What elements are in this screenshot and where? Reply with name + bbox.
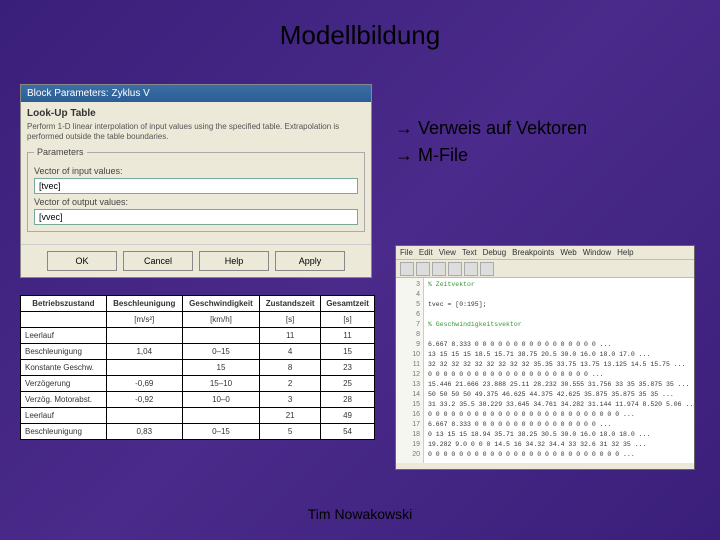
bullet-2: → M-File <box>395 145 587 166</box>
bullet-list: → Verweis auf Vektoren → M-File <box>395 118 587 172</box>
table-units-row: [m/s²] [km/h] [s] [s] <box>21 312 375 328</box>
menu-item[interactable]: Window <box>583 248 611 257</box>
apply-button[interactable]: Apply <box>275 251 345 271</box>
menu-item[interactable]: Edit <box>419 248 433 257</box>
menu-item[interactable]: Breakpoints <box>512 248 554 257</box>
cancel-button[interactable]: Cancel <box>123 251 193 271</box>
toolbar-icon[interactable] <box>464 262 478 276</box>
help-button[interactable]: Help <box>199 251 269 271</box>
menu-item[interactable]: Debug <box>483 248 507 257</box>
menu-item[interactable]: View <box>439 248 456 257</box>
table-row: Verzögerung-0,6915–10225 <box>21 376 375 392</box>
code-area[interactable]: % Zeitvektor tvec = [0:195]; % Geschwind… <box>424 278 694 463</box>
input-values-field[interactable] <box>34 178 358 194</box>
line-gutter: 34567891011121314151617181920 <box>396 278 424 463</box>
toolbar-icon[interactable] <box>432 262 446 276</box>
toolbar-icon[interactable] <box>480 262 494 276</box>
table-row: Leerlauf1111 <box>21 328 375 344</box>
table-row: Leerlauf2149 <box>21 408 375 424</box>
editor-toolbar[interactable] <box>396 260 694 278</box>
data-table: Betriebszustand Beschleunigung Geschwind… <box>20 295 375 440</box>
output-values-label: Vector of output values: <box>34 197 358 207</box>
menu-item[interactable]: Text <box>462 248 477 257</box>
dialog-titlebar: Block Parameters: Zyklus V <box>21 85 371 102</box>
fieldset-legend: Parameters <box>34 147 87 157</box>
table-row: Verzög. Motorabst.-0,9210–0328 <box>21 392 375 408</box>
input-values-label: Vector of input values: <box>34 166 358 176</box>
menu-item[interactable]: File <box>400 248 413 257</box>
toolbar-icon[interactable] <box>448 262 462 276</box>
table-row: Beschleunigung1,040–15415 <box>21 344 375 360</box>
table-header-row: Betriebszustand Beschleunigung Geschwind… <box>21 296 375 312</box>
menu-item[interactable]: Web <box>560 248 576 257</box>
slide-title: Modellbildung <box>280 20 440 51</box>
toolbar-icon[interactable] <box>400 262 414 276</box>
ok-button[interactable]: OK <box>47 251 117 271</box>
editor-window: File Edit View Text Debug Breakpoints Web Windo… <box>395 245 695 470</box>
menu-item[interactable]: Help <box>617 248 633 257</box>
output-values-field[interactable] <box>34 209 358 225</box>
dialog-section-heading: Look-Up Table <box>27 108 365 119</box>
table-row: Beschleunigung0,830–15554 <box>21 424 375 440</box>
toolbar-icon[interactable] <box>416 262 430 276</box>
parameters-fieldset: Parameters Vector of input values: Vecto… <box>27 147 365 232</box>
bullet-1: → Verweis auf Vektoren <box>395 118 587 139</box>
dialog-description: Perform 1-D linear interpolation of inpu… <box>27 122 365 141</box>
footer-author: Tim Nowakowski <box>308 506 413 522</box>
block-parameters-dialog: Block Parameters: Zyklus V Look-Up Table… <box>20 84 372 278</box>
editor-menubar[interactable]: File Edit View Text Debug Breakpoints Web Windo… <box>396 246 694 260</box>
table-row: Konstante Geschw.15823 <box>21 360 375 376</box>
